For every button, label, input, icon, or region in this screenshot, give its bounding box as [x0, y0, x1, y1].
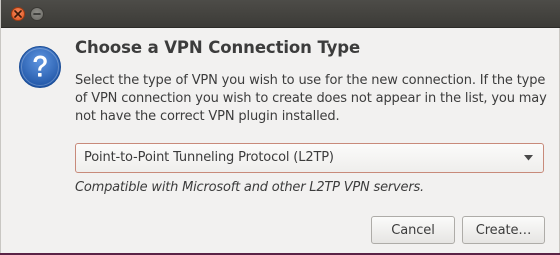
vpn-type-hint: Compatible with Microsoft and other L2TP… — [75, 180, 424, 195]
dialog-title: Choose a VPN Connection Type — [75, 38, 361, 57]
dialog-description: Select the type of VPN you wish to use f… — [75, 73, 547, 124]
create-button[interactable]: Create… — [462, 216, 545, 244]
minimize-icon — [33, 13, 41, 15]
title-bar[interactable] — [1, 0, 560, 28]
vpn-type-selected-value: Point-to-Point Tunneling Protocol (L2TP) — [84, 150, 334, 165]
vpn-type-select[interactable]: Point-to-Point Tunneling Protocol (L2TP) — [75, 143, 544, 173]
minimize-button[interactable] — [30, 7, 44, 21]
close-icon — [14, 10, 22, 18]
dropdown-arrow-icon — [524, 155, 533, 161]
question-icon — [19, 46, 61, 88]
vpn-type-dialog: Choose a VPN Connection Type Select the … — [0, 0, 560, 255]
cancel-button[interactable]: Cancel — [371, 216, 455, 244]
close-button[interactable] — [11, 7, 25, 21]
